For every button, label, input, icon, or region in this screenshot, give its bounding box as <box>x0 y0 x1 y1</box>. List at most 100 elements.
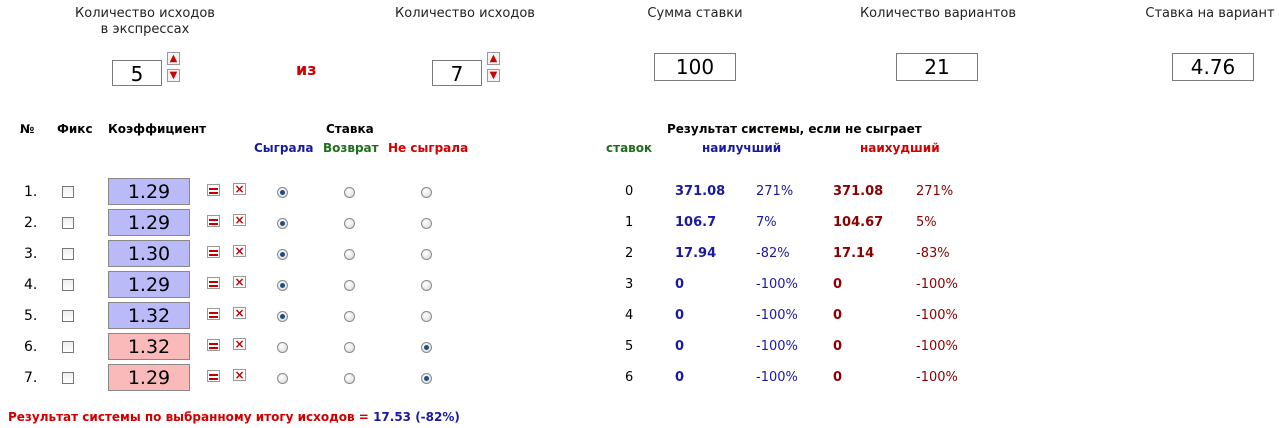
coefficient-input[interactable]: 1.29 <box>108 209 190 236</box>
delete-x-icon[interactable]: × <box>233 183 246 195</box>
radio-lost[interactable] <box>421 187 432 198</box>
radio-won[interactable] <box>277 373 288 384</box>
result-best-pct: 271% <box>756 184 794 199</box>
row-number: 7. <box>24 370 38 386</box>
delete-x-icon[interactable]: × <box>233 245 246 257</box>
radio-won[interactable] <box>277 311 288 322</box>
result-worst-pct: 5% <box>916 215 937 230</box>
delete-x-icon[interactable]: × <box>233 307 246 319</box>
fix-checkbox[interactable] <box>62 372 74 384</box>
radio-refund[interactable] <box>344 218 355 229</box>
header-num: № <box>20 122 35 136</box>
result-best-value: 371.08 <box>675 184 726 199</box>
row-number: 4. <box>24 277 38 293</box>
fix-checkbox[interactable] <box>62 341 74 353</box>
delete-x-icon[interactable]: × <box>233 214 246 226</box>
header-coef: Коэффициент <box>108 122 207 136</box>
result-bets: 2 <box>625 246 634 261</box>
outcomes-up-arrow-icon[interactable]: ▲ <box>487 52 500 65</box>
fix-checkbox[interactable] <box>62 279 74 291</box>
variants-value: 21 <box>896 53 978 81</box>
equal-icon[interactable] <box>207 246 220 258</box>
stake-sum-label: Сумма ставки <box>647 6 743 21</box>
radio-lost[interactable] <box>421 249 432 260</box>
header-worst: наихудший <box>860 141 940 155</box>
delete-x-icon[interactable]: × <box>233 276 246 288</box>
radio-refund[interactable] <box>344 280 355 291</box>
radio-won[interactable] <box>277 218 288 229</box>
result-worst-pct: -100% <box>916 277 958 292</box>
result-best-value: 0 <box>675 370 685 385</box>
result-best-value: 106.7 <box>675 215 717 230</box>
equal-icon[interactable] <box>207 184 220 196</box>
result-bets: 0 <box>625 184 634 199</box>
result-worst-value: 0 <box>833 277 843 292</box>
fix-checkbox[interactable] <box>62 186 74 198</box>
delete-x-icon[interactable]: × <box>233 338 246 350</box>
result-worst-pct: -100% <box>916 308 958 323</box>
coefficient-input[interactable]: 1.29 <box>108 364 190 391</box>
coefficient-input[interactable]: 1.29 <box>108 271 190 298</box>
header-fix: Фикс <box>57 122 93 136</box>
result-best-value: 0 <box>675 339 685 354</box>
radio-won[interactable] <box>277 249 288 260</box>
result-worst-value: 371.08 <box>833 184 884 199</box>
radio-refund[interactable] <box>344 187 355 198</box>
radio-lost[interactable] <box>421 218 432 229</box>
radio-refund[interactable] <box>344 249 355 260</box>
radio-won[interactable] <box>277 342 288 353</box>
radio-lost[interactable] <box>421 280 432 291</box>
coefficient-input[interactable]: 1.29 <box>108 178 190 205</box>
radio-lost[interactable] <box>421 342 432 353</box>
coefficient-input[interactable]: 1.32 <box>108 302 190 329</box>
result-bets: 3 <box>625 277 634 292</box>
fix-checkbox[interactable] <box>62 310 74 322</box>
outcomes-in-express-up-arrow-icon[interactable]: ▲ <box>167 52 180 65</box>
result-bets: 5 <box>625 339 634 354</box>
stake-per-variant-value: 4.76 <box>1172 53 1254 81</box>
result-worst-value: 104.67 <box>833 215 884 230</box>
result-best-pct: 7% <box>756 215 777 230</box>
result-worst-value: 0 <box>833 339 843 354</box>
header-won: Сыграла <box>254 141 314 155</box>
row-number: 3. <box>24 246 38 262</box>
row-number: 1. <box>24 184 38 200</box>
result-best-value: 0 <box>675 277 685 292</box>
coefficient-input[interactable]: 1.32 <box>108 333 190 360</box>
outcomes-down-arrow-icon[interactable]: ▼ <box>487 69 500 82</box>
result-worst-pct: -83% <box>916 246 950 261</box>
equal-icon[interactable] <box>207 277 220 289</box>
header-stake: Ставка <box>326 122 374 136</box>
radio-lost[interactable] <box>421 373 432 384</box>
outcomes-input[interactable]: 7 <box>432 60 482 86</box>
iz-label: из <box>296 60 317 79</box>
radio-won[interactable] <box>277 280 288 291</box>
result-best-value: 17.94 <box>675 246 717 261</box>
equal-icon[interactable] <box>207 370 220 382</box>
outcomes-in-express-label-line1: Количество исходов <box>75 6 215 21</box>
radio-won[interactable] <box>277 187 288 198</box>
delete-x-icon[interactable]: × <box>233 369 246 381</box>
result-best-pct: -82% <box>756 246 790 261</box>
result-worst-pct: -100% <box>916 339 958 354</box>
row-number: 6. <box>24 339 38 355</box>
radio-refund[interactable] <box>344 342 355 353</box>
coefficient-input[interactable]: 1.30 <box>108 240 190 267</box>
header-result: Результат системы, если не сыграет <box>667 122 922 136</box>
equal-icon[interactable] <box>207 339 220 351</box>
fix-checkbox[interactable] <box>62 248 74 260</box>
outcomes-in-express-down-arrow-icon[interactable]: ▼ <box>167 69 180 82</box>
radio-refund[interactable] <box>344 311 355 322</box>
result-best-pct: -100% <box>756 339 798 354</box>
footer-label: Результат системы по выбранному итогу ис… <box>8 410 369 424</box>
radio-lost[interactable] <box>421 311 432 322</box>
result-best-pct: -100% <box>756 277 798 292</box>
stake-sum-input[interactable]: 100 <box>654 53 736 81</box>
radio-refund[interactable] <box>344 373 355 384</box>
row-number: 2. <box>24 215 38 231</box>
equal-icon[interactable] <box>207 215 220 227</box>
outcomes-in-express-input[interactable]: 5 <box>112 60 162 86</box>
fix-checkbox[interactable] <box>62 217 74 229</box>
equal-icon[interactable] <box>207 308 220 320</box>
result-best-value: 0 <box>675 308 685 323</box>
